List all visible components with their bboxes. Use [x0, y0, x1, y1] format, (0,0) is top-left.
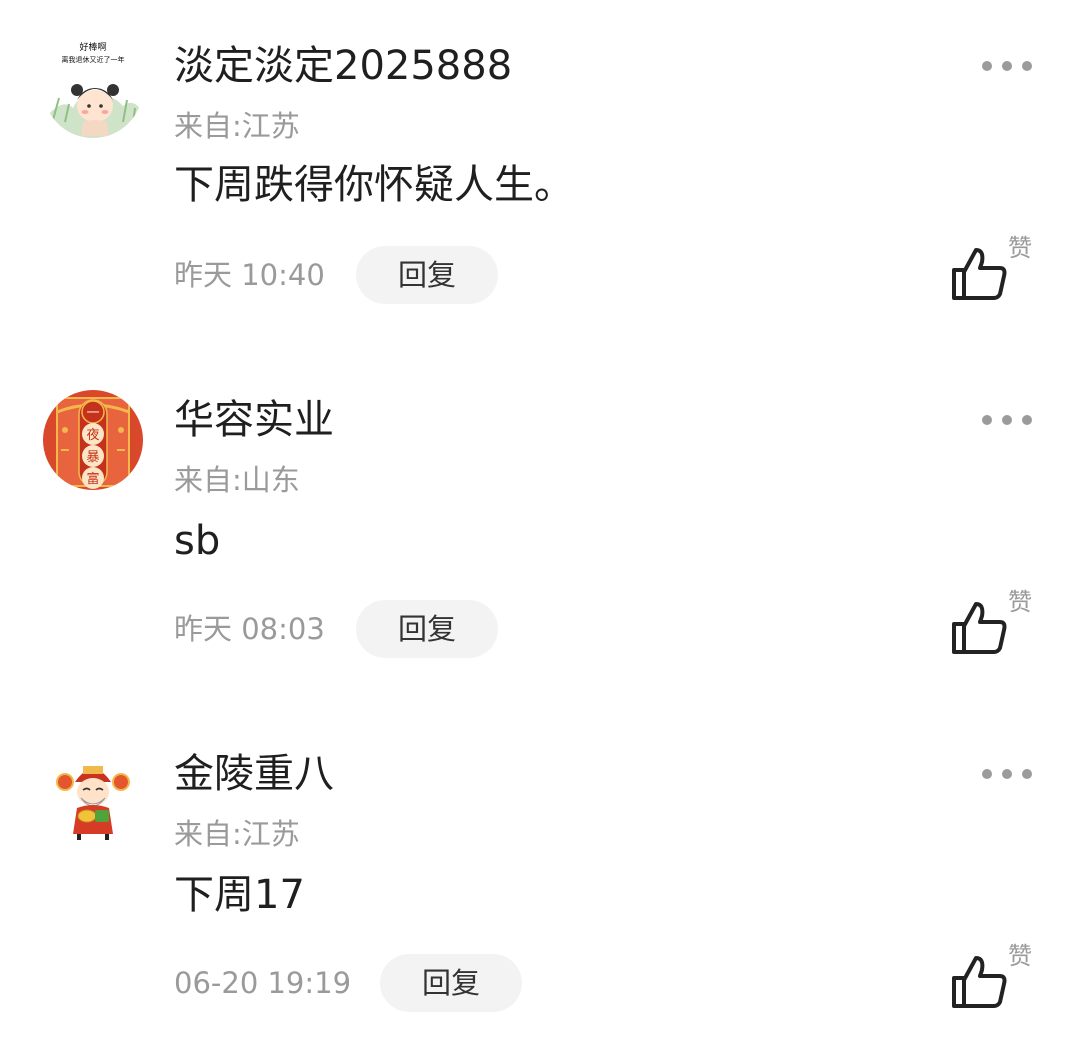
timestamp: 昨天 10:40	[174, 258, 325, 292]
like-label: 赞	[1008, 234, 1032, 262]
username[interactable]: 金陵重八	[174, 750, 334, 798]
more-dots-icon	[982, 769, 1032, 779]
reply-button[interactable]: 回复	[356, 600, 498, 658]
avatar-image: 好棒啊 离我退休又近了一年	[43, 38, 143, 138]
comment-text: sb	[174, 518, 221, 564]
location: 来自:江苏	[174, 817, 300, 851]
reply-button[interactable]: 回复	[380, 954, 522, 1012]
like-label: 赞	[1008, 942, 1032, 970]
like-button[interactable]: 赞	[944, 234, 1040, 306]
thumbs-up-icon	[952, 602, 1007, 654]
thumbs-up-icon	[952, 956, 1007, 1008]
more-dots-icon	[982, 415, 1032, 425]
comment-item: 金陵重八 来自:江苏 下周17 06-20 19:19 回复 赞	[0, 708, 1080, 1048]
more-options-button[interactable]	[978, 762, 1036, 786]
svg-text:夜: 夜	[86, 428, 99, 443]
svg-text:一: 一	[86, 406, 99, 421]
avatar[interactable]: 好棒啊 离我退休又近了一年	[43, 38, 143, 138]
comment-text: 下周跌得你怀疑人生。	[174, 162, 574, 208]
avatar[interactable]	[43, 746, 143, 846]
comment-item: 一 夜 暴 富 华容实业 来自:山东 sb 昨天 08:03 回复 赞	[0, 354, 1080, 694]
like-button[interactable]: 赞	[944, 588, 1040, 660]
reply-button[interactable]: 回复	[356, 246, 498, 304]
like-label: 赞	[1008, 588, 1032, 616]
avatar[interactable]: 一 夜 暴 富	[43, 390, 143, 490]
thumbs-up-icon	[952, 248, 1007, 300]
avatar-image	[43, 746, 143, 846]
username[interactable]: 华容实业	[174, 396, 334, 444]
svg-text:暴: 暴	[86, 450, 99, 465]
svg-text:好棒啊: 好棒啊	[79, 41, 106, 53]
timestamp: 昨天 08:03	[174, 612, 325, 646]
more-dots-icon	[982, 61, 1032, 71]
svg-text:富: 富	[86, 471, 99, 487]
location: 来自:江苏	[174, 109, 300, 143]
avatar-image: 一 夜 暴 富	[43, 390, 143, 490]
more-options-button[interactable]	[978, 408, 1036, 432]
comment-text: 下周17	[174, 872, 305, 918]
like-button[interactable]: 赞	[944, 942, 1040, 1014]
timestamp: 06-20 19:19	[174, 966, 352, 1000]
username[interactable]: 淡定淡定2025888	[174, 42, 512, 90]
svg-text:离我退休又近了一年: 离我退休又近了一年	[62, 55, 125, 64]
comment-item: 好棒啊 离我退休又近了一年 淡定淡定2025888 来自:江苏 下周跌得你怀疑人…	[0, 0, 1080, 340]
more-options-button[interactable]	[978, 54, 1036, 78]
location: 来自:山东	[174, 463, 300, 497]
